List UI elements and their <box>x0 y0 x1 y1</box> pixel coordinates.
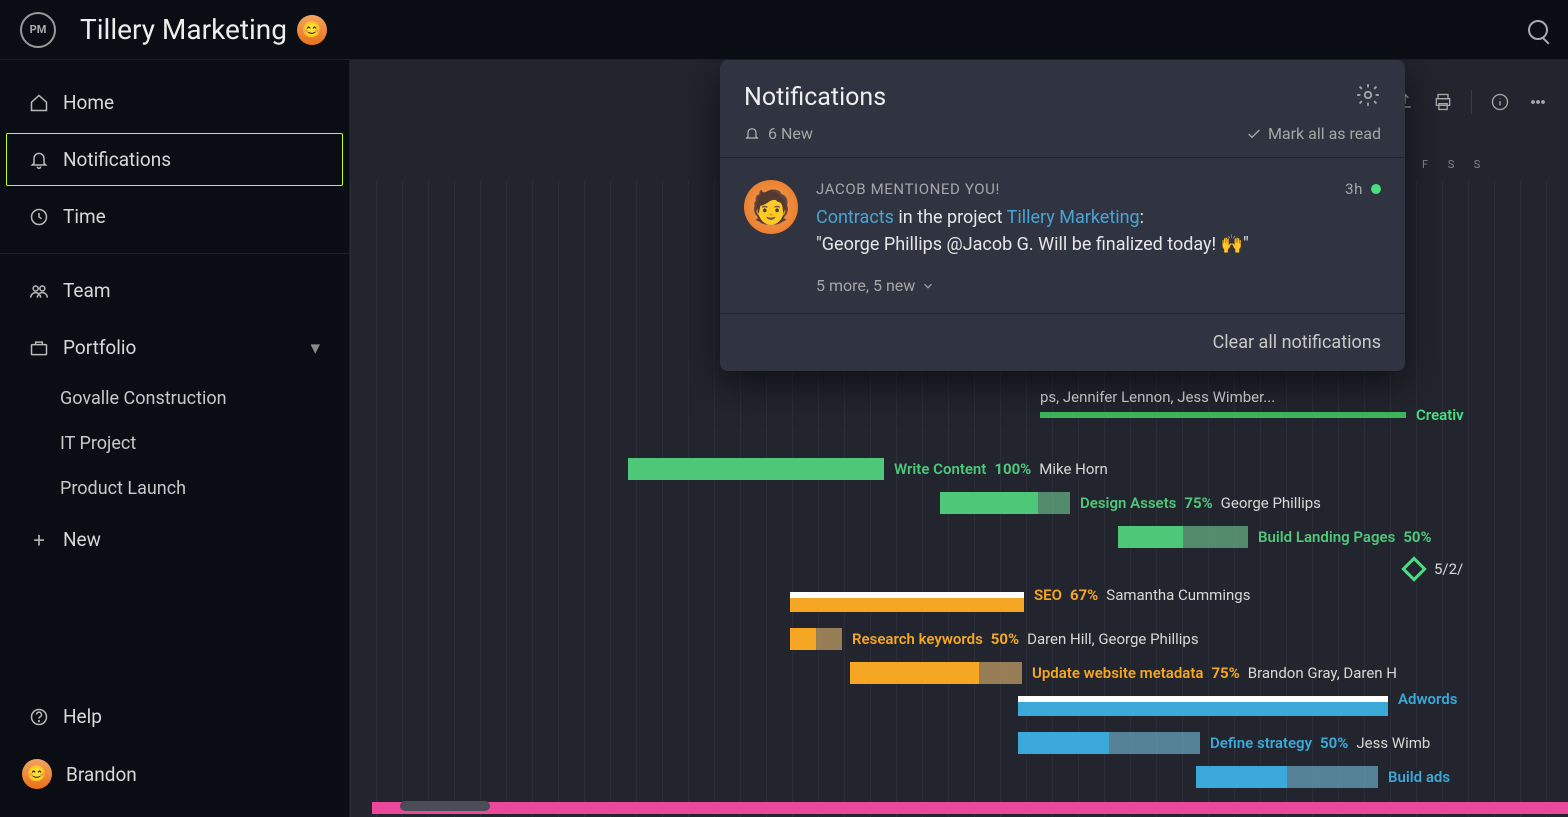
nav-label: New <box>63 528 101 551</box>
info-icon[interactable] <box>1490 92 1510 112</box>
notification-link[interactable]: Contracts <box>816 207 894 228</box>
more-notifications[interactable]: 5 more, 5 new <box>816 276 1381 295</box>
user-name: Brandon <box>66 763 137 786</box>
task-bar-design-assets[interactable]: Design Assets75%George Phillips <box>940 492 1070 514</box>
task-pct: 75% <box>1211 664 1239 682</box>
task-name: SEO <box>1034 586 1062 604</box>
task-name: Design Assets <box>1080 494 1176 512</box>
plus-icon: + <box>29 530 49 550</box>
print-icon[interactable] <box>1433 92 1453 112</box>
task-bar-landing-pages[interactable]: Build Landing Pages50% <box>1118 526 1248 548</box>
mark-all-read[interactable]: Mark all as read <box>1246 124 1381 143</box>
task-name: Build ads <box>1388 768 1450 786</box>
task-assignee: George Phillips <box>1221 494 1321 512</box>
task-name: Build Landing Pages <box>1258 528 1395 546</box>
portfolio-item-it[interactable]: IT Project <box>0 421 349 466</box>
task-pct: 67% <box>1070 586 1098 604</box>
task-name: Creativ <box>1416 406 1464 424</box>
unread-dot <box>1371 184 1381 194</box>
nav-label: Help <box>63 705 102 728</box>
nav-label: Portfolio <box>63 336 136 359</box>
notifications-count: 6 New <box>768 124 813 143</box>
notification-message: Contracts in the project Tillery Marketi… <box>816 204 1381 258</box>
nav-portfolio[interactable]: Portfolio ▾ <box>6 321 343 374</box>
nav-time[interactable]: Time <box>6 190 343 243</box>
user-avatar-top[interactable] <box>297 15 327 45</box>
search-icon[interactable] <box>1528 20 1548 40</box>
nav-help[interactable]: Help <box>6 690 343 743</box>
portfolio-item-product-launch[interactable]: Product Launch <box>0 466 349 511</box>
task-bar-adwords-fill <box>1018 702 1388 716</box>
dow: S <box>1438 158 1464 176</box>
task-pct: 50% <box>1403 528 1431 546</box>
mark-all-label: Mark all as read <box>1268 124 1381 143</box>
task-name: Write Content <box>894 460 986 478</box>
milestone-label: 5/2/ <box>1434 560 1463 578</box>
bell-icon <box>29 150 49 170</box>
notifications-panel: Notifications 6 New Mark all as read 🧑 J… <box>720 60 1405 371</box>
nav-notifications[interactable]: Notifications <box>6 133 343 186</box>
app-logo[interactable]: PM <box>20 12 56 48</box>
nav-team[interactable]: Team <box>6 264 343 317</box>
nav-label: Team <box>63 279 111 302</box>
notifications-title: Notifications <box>744 83 886 112</box>
briefcase-icon <box>29 338 49 358</box>
task-pct: 75% <box>1184 494 1212 512</box>
notification-heading: JACOB MENTIONED YOU! <box>816 180 1000 198</box>
nav-label: Time <box>63 205 106 228</box>
notification-item[interactable]: 🧑 JACOB MENTIONED YOU! 3h Contracts in t… <box>720 158 1405 313</box>
notification-time: 3h <box>1345 180 1363 198</box>
task-bar-creative[interactable]: Creativ <box>1040 412 1406 418</box>
sidebar: Home Notifications Time Team Portfolio <box>0 60 350 817</box>
clock-icon <box>29 207 49 227</box>
current-user[interactable]: Brandon <box>0 745 349 803</box>
dow: F <box>1412 158 1438 176</box>
task-assignee: Jess Wimb <box>1356 734 1430 752</box>
task-bar-write-content[interactable]: Write Content100%Mike Horn <box>628 458 884 480</box>
sender-avatar: 🧑 <box>744 180 798 234</box>
nav-new[interactable]: + New <box>6 513 343 566</box>
task-assignee: Brandon Gray, Daren H <box>1248 664 1397 682</box>
task-bar-metadata[interactable]: Update website metadata75%Brandon Gray, … <box>850 662 1022 684</box>
home-icon <box>29 93 49 113</box>
help-icon <box>29 707 49 727</box>
task-name: Research keywords <box>852 630 983 648</box>
task-assignee: Mike Horn <box>1039 460 1108 478</box>
task-pct: 50% <box>991 630 1019 648</box>
project-title: Tillery Marketing <box>80 13 287 46</box>
nav-label: Home <box>63 91 114 114</box>
task-bar-seo-fill <box>790 598 1024 612</box>
clear-all-notifications[interactable]: Clear all notifications <box>720 313 1405 371</box>
task-pct: 50% <box>1320 734 1348 752</box>
nav-home[interactable]: Home <box>6 76 343 129</box>
team-icon <box>29 281 49 301</box>
task-name: Adwords <box>1398 690 1457 708</box>
chevron-down-icon: ▾ <box>310 336 320 359</box>
dow: S <box>1464 158 1490 176</box>
bell-icon <box>744 126 760 142</box>
task-name: Define strategy <box>1210 734 1312 752</box>
task-assignee: Daren Hill, George Phillips <box>1027 630 1198 648</box>
task-assignee: ps, Jennifer Lennon, Jess Wimber... <box>1040 388 1275 406</box>
portfolio-item-govalle[interactable]: Govalle Construction <box>0 376 349 421</box>
gear-icon[interactable] <box>1355 82 1381 112</box>
task-bar-research[interactable]: Research keywords50%Daren Hill, George P… <box>790 628 842 650</box>
gantt-view: APR, 24 '22 MAY, 1 '22 F S S M T W T F S… <box>350 60 1568 817</box>
nav-label: Notifications <box>63 148 171 171</box>
task-name: Update website metadata <box>1032 664 1203 682</box>
horizontal-scrollbar[interactable] <box>400 801 490 811</box>
task-pct: 100% <box>994 460 1031 478</box>
task-bar-summary[interactable] <box>372 802 1568 814</box>
task-assignee: Samantha Cummings <box>1106 586 1250 604</box>
task-bar-strategy[interactable]: Define strategy50%Jess Wimb <box>1018 732 1200 754</box>
more-icon[interactable] <box>1528 92 1548 112</box>
notification-link[interactable]: Tillery Marketing <box>1007 207 1140 228</box>
user-avatar <box>22 759 52 789</box>
milestone-diamond[interactable] <box>1401 556 1426 581</box>
task-bar-build-ads[interactable]: Build ads <box>1196 766 1378 788</box>
